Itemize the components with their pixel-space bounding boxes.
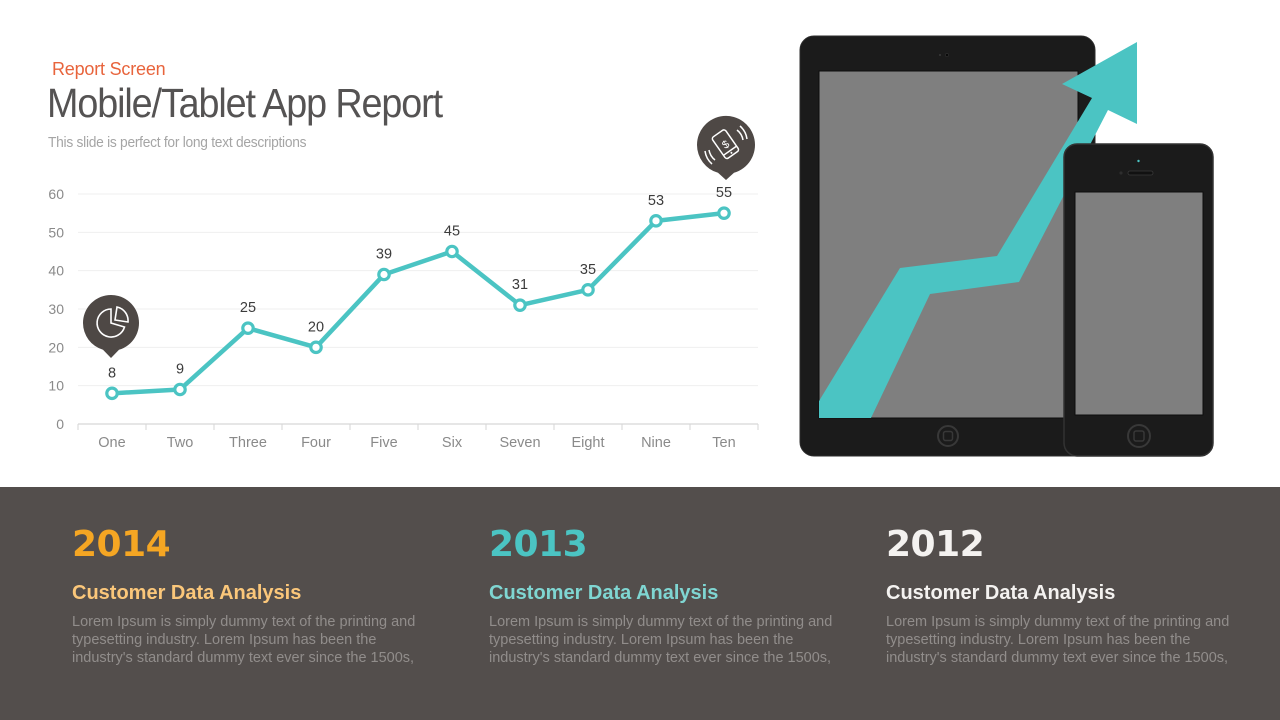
tablet-home-button <box>937 425 959 447</box>
y-tick-label: 50 <box>48 224 64 240</box>
data-point <box>309 340 323 355</box>
x-tick-label: Six <box>442 435 463 451</box>
data-point <box>241 321 255 335</box>
x-tick-label: Two <box>167 435 194 451</box>
data-label: 39 <box>376 247 392 263</box>
phone-camera <box>1137 159 1140 163</box>
column-body: Lorem Ipsum is simply dummy text of the … <box>489 614 833 666</box>
y-tick-label: 40 <box>48 263 64 279</box>
x-tick-label: Ten <box>712 435 735 451</box>
data-label: 55 <box>716 185 732 201</box>
data-point <box>105 386 119 401</box>
data-labels: 8 9 25 20 39 45 31 35 53 55 <box>108 185 732 381</box>
column-body: Lorem Ipsum is simply dummy text of the … <box>72 614 416 666</box>
pie-chart-pin <box>82 294 139 358</box>
summary-band: 2014 Customer Data Analysis Lorem Ipsum … <box>0 487 1280 720</box>
column-heading: Customer Data Analysis <box>72 582 302 604</box>
data-label: 20 <box>308 319 324 335</box>
x-tick-label: One <box>98 435 125 451</box>
x-tick-label: Seven <box>499 435 540 451</box>
smartphone <box>1063 143 1214 457</box>
year-label: 2012 <box>886 524 985 565</box>
data-label: 8 <box>108 365 116 381</box>
column-body: Lorem Ipsum is simply dummy text of the … <box>886 614 1230 666</box>
data-label: 53 <box>648 193 664 209</box>
year-label: 2014 <box>72 524 171 565</box>
summary-column-2014: 2014 Customer Data Analysis Lorem Ipsum … <box>72 523 432 667</box>
y-tick-label: 0 <box>56 416 64 432</box>
data-point <box>377 267 391 282</box>
y-tick-label: 20 <box>48 339 64 355</box>
year-label: 2013 <box>489 524 588 565</box>
x-tick-label: Eight <box>571 435 604 451</box>
x-tick-label: Three <box>229 435 267 451</box>
y-tick-label: 60 <box>48 186 64 202</box>
y-tick-label: 30 <box>48 301 64 317</box>
line-chart: 0 10 20 30 40 50 60 One Two Three Four Five Six Seven… <box>48 115 759 451</box>
data-point <box>173 382 187 397</box>
phone-home-button <box>1127 424 1151 448</box>
device-illustration <box>799 35 1214 457</box>
x-tick-label: Four <box>301 435 331 451</box>
series-line-layer <box>109 210 727 396</box>
data-point <box>445 244 459 259</box>
y-tick-label: 10 <box>48 378 64 394</box>
tablet-camera <box>945 53 949 57</box>
data-point <box>717 206 731 220</box>
summary-column-2012: 2012 Customer Data Analysis Lorem Ipsum … <box>886 523 1246 667</box>
series-line <box>109 210 727 396</box>
data-point <box>581 283 595 297</box>
data-label: 35 <box>580 262 596 278</box>
data-label: 45 <box>444 224 460 240</box>
phone-speaker <box>1127 170 1154 176</box>
mobile-payment-pin: $ <box>696 115 755 180</box>
x-tick-label: Five <box>370 435 397 451</box>
summary-column-2013: 2013 Customer Data Analysis Lorem Ipsum … <box>489 523 849 667</box>
data-label: 25 <box>240 300 256 316</box>
data-label: 31 <box>512 277 528 293</box>
column-heading: Customer Data Analysis <box>489 582 719 604</box>
column-heading: Customer Data Analysis <box>886 582 1116 604</box>
data-label: 9 <box>176 362 184 378</box>
data-point <box>649 214 663 228</box>
x-tick-label: Nine <box>641 435 671 451</box>
pin-shape <box>82 294 139 358</box>
data-point <box>513 298 527 312</box>
